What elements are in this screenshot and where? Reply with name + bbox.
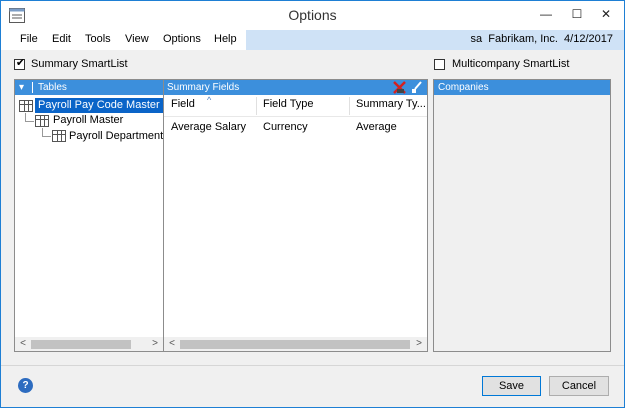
- menu-options[interactable]: Options: [163, 33, 201, 45]
- edit-brush-icon[interactable]: [411, 81, 423, 94]
- menu-edit[interactable]: Edit: [52, 33, 71, 45]
- header-divider: [32, 82, 33, 93]
- table-icon: [35, 115, 49, 127]
- tables-panel: ▾ Tables Payroll Pay Code Master Payroll…: [14, 79, 174, 352]
- scroll-right-icon[interactable]: >: [149, 337, 161, 351]
- table-icon: [52, 130, 66, 142]
- scroll-left-icon[interactable]: <: [166, 337, 178, 351]
- close-button[interactable]: ✕: [591, 1, 621, 27]
- summary-fields-header: Summary Fields: [164, 80, 427, 95]
- tree-line: [25, 121, 34, 122]
- header-row-divider: [164, 116, 427, 117]
- tables-header: ▾ Tables: [15, 80, 163, 95]
- companies-panel: Companies: [433, 79, 611, 352]
- menu-help[interactable]: Help: [214, 33, 237, 45]
- cell-field-type: Currency: [263, 121, 308, 133]
- cell-field: Average Salary: [171, 121, 247, 133]
- collapse-arrow-icon[interactable]: ▾: [19, 80, 24, 95]
- tables-header-label: Tables: [38, 82, 67, 93]
- menu-bar: File Edit Tools View Options Help sa Fab…: [1, 30, 624, 50]
- scroll-thumb[interactable]: [31, 340, 131, 349]
- summary-fields-panel: Summary Fields ^ Field Field Type Summar…: [163, 79, 428, 352]
- help-icon[interactable]: ?: [18, 378, 33, 393]
- options-window: Options — ☐ ✕ File Edit Tools View Optio…: [0, 0, 625, 408]
- title-bar: Options — ☐ ✕: [1, 1, 624, 30]
- companies-header: Companies: [434, 80, 610, 95]
- scroll-thumb[interactable]: [180, 340, 410, 349]
- column-header-field-type[interactable]: Field Type: [263, 98, 314, 110]
- scroll-left-icon[interactable]: <: [17, 337, 29, 351]
- companies-header-label: Companies: [438, 82, 489, 93]
- delete-icon[interactable]: [393, 81, 406, 94]
- menu-file[interactable]: File: [20, 33, 38, 45]
- scroll-right-icon[interactable]: >: [413, 337, 425, 351]
- maximize-button[interactable]: ☐: [562, 1, 592, 27]
- tables-horizontal-scrollbar[interactable]: < >: [15, 337, 163, 351]
- minimize-button[interactable]: —: [531, 1, 561, 27]
- tree-node-payroll-department[interactable]: Payroll Department S: [69, 129, 174, 144]
- multicompany-smartlist-label: Multicompany SmartList: [452, 58, 570, 70]
- column-header-field[interactable]: Field: [171, 98, 195, 110]
- footer-divider: [1, 365, 624, 366]
- tree-node-payroll-pay-code-master[interactable]: Payroll Pay Code Master: [35, 98, 163, 113]
- menu-tools[interactable]: Tools: [85, 33, 111, 45]
- multicompany-smartlist-checkbox[interactable]: [434, 59, 445, 70]
- summary-smartlist-checkbox[interactable]: ✔: [14, 57, 26, 70]
- summary-smartlist-label: Summary SmartList: [31, 58, 128, 70]
- save-button[interactable]: Save: [482, 376, 541, 396]
- summary-fields-header-label: Summary Fields: [167, 82, 240, 93]
- tree-node-payroll-master[interactable]: Payroll Master: [53, 113, 123, 128]
- checkmark-icon: ✔: [15, 57, 26, 69]
- column-separator[interactable]: [256, 97, 257, 115]
- user-info-bar: sa Fabrikam, Inc. 4/12/2017: [246, 30, 624, 50]
- cell-summary-type: Average: [356, 121, 397, 133]
- cancel-button[interactable]: Cancel: [549, 376, 609, 396]
- tree-line: [42, 136, 51, 137]
- summary-fields-horizontal-scrollbar[interactable]: < >: [164, 337, 427, 351]
- user-company-date: sa Fabrikam, Inc. 4/12/2017: [470, 33, 613, 45]
- menu-view[interactable]: View: [125, 33, 149, 45]
- table-icon: [19, 100, 33, 112]
- column-header-summary-type[interactable]: Summary Ty...: [356, 98, 426, 110]
- column-separator[interactable]: [349, 97, 350, 115]
